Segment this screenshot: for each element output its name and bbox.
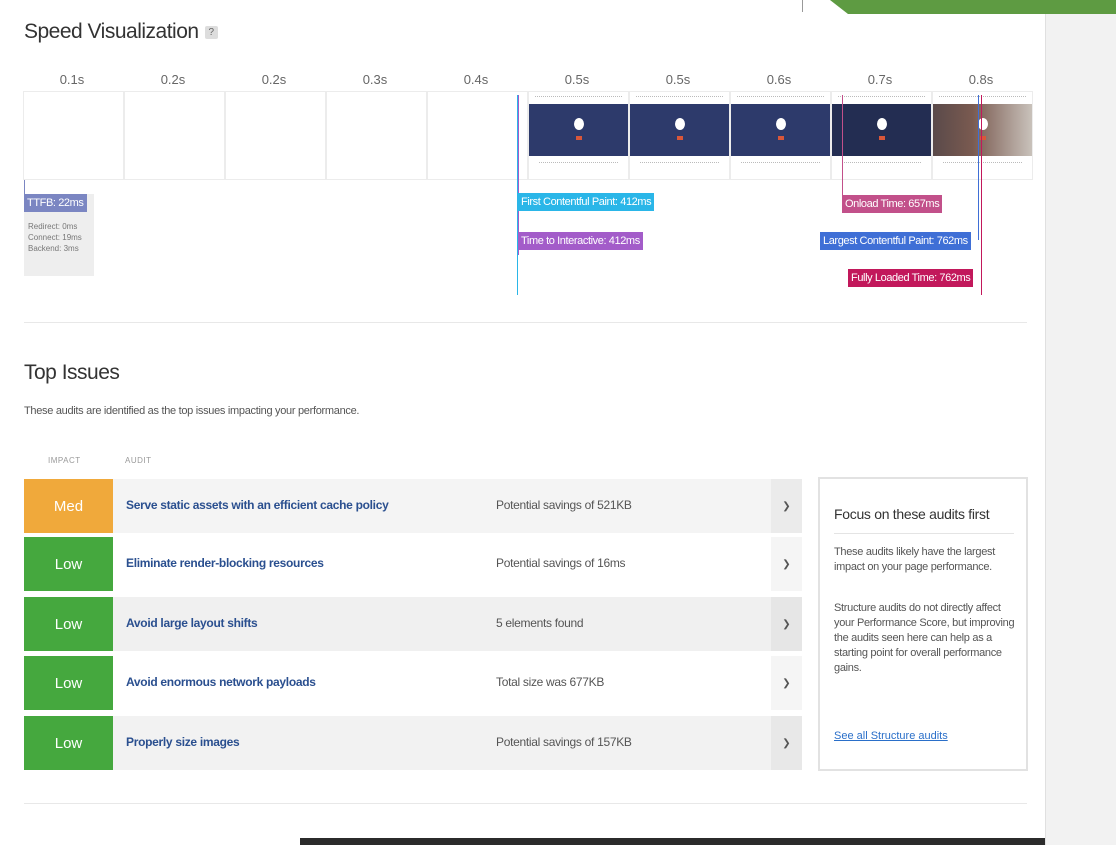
audit-title-link[interactable]: Eliminate render-blocking resources — [126, 556, 324, 570]
tick-label: 0.3s — [362, 72, 388, 87]
tick-label: 0.6s — [766, 72, 792, 87]
audit-title-link[interactable]: Properly size images — [126, 735, 240, 749]
right-gutter — [1045, 0, 1116, 845]
tick-label: 0.2s — [160, 72, 186, 87]
page-screenshot-thumbnail — [933, 104, 1032, 156]
fully-loaded-marker[interactable]: Fully Loaded Time: 762ms — [848, 269, 974, 287]
top-issues-description: These audits are identified as the top i… — [24, 405, 360, 417]
section-divider — [24, 803, 1027, 804]
audit-cell: Serve static assets with an efficient ca… — [113, 479, 802, 533]
tick-label: 0.8s — [968, 72, 994, 87]
ttfb-backend: Backend: 3ms — [28, 244, 79, 253]
filmstrip-frame-empty — [124, 91, 225, 180]
help-icon[interactable]: ? — [204, 25, 218, 39]
tick-label: 0.7s — [867, 72, 893, 87]
filmstrip-frame-empty — [326, 91, 427, 180]
focus-panel: Focus on these audits first These audits… — [818, 477, 1028, 771]
bottom-dark-bar — [300, 838, 1045, 845]
filmstrip-frame — [730, 91, 831, 180]
focus-panel-text: These audits likely have the largest imp… — [834, 546, 996, 573]
page-screenshot-thumbnail — [630, 104, 729, 156]
chevron-down-icon[interactable]: ❯ — [771, 656, 802, 710]
fcp-marker[interactable]: First Contentful Paint: 412ms — [518, 193, 655, 211]
tick-label: 0.1s — [59, 72, 85, 87]
top-issues-title: Top Issues — [24, 361, 120, 384]
onload-line — [842, 95, 843, 205]
chevron-down-icon[interactable]: ❯ — [771, 597, 802, 651]
impact-badge: Low — [24, 537, 113, 591]
filmstrip-frame-empty — [427, 91, 528, 180]
table-row[interactable]: Low Eliminate render-blocking resources … — [24, 537, 802, 591]
filmstrip-frame — [932, 91, 1033, 180]
filmstrip-frame-empty — [225, 91, 326, 180]
audit-value: Potential savings of 521KB — [496, 498, 632, 512]
tti-line — [518, 95, 519, 255]
audit-cell: Avoid large layout shifts 5 elements fou… — [113, 597, 802, 651]
impact-badge: Low — [24, 656, 113, 710]
section-divider — [24, 322, 1027, 323]
impact-badge: Low — [24, 716, 113, 770]
tick-label: 0.2s — [261, 72, 287, 87]
filmstrip-frame — [528, 91, 629, 180]
impact-badge: Med — [24, 479, 113, 533]
audit-value: Potential savings of 157KB — [496, 735, 632, 749]
focus-panel-divider — [834, 533, 1014, 534]
chevron-down-icon[interactable]: ❯ — [771, 479, 802, 533]
filmstrip-frame — [629, 91, 730, 180]
chevron-down-icon[interactable]: ❯ — [771, 716, 802, 770]
table-row[interactable]: Low Properly size images Potential savin… — [24, 716, 802, 770]
audit-cell: Eliminate render-blocking resources Pote… — [113, 537, 802, 591]
onload-marker[interactable]: Onload Time: 657ms — [842, 195, 943, 213]
page-screenshot-thumbnail — [832, 104, 931, 156]
lcp-marker[interactable]: Largest Contentful Paint: 762ms — [820, 232, 971, 250]
tick-label: 0.5s — [665, 72, 691, 87]
audit-title-link[interactable]: Serve static assets with an efficient ca… — [126, 498, 389, 512]
page-screenshot-thumbnail — [529, 104, 628, 156]
filmstrip-frame — [831, 91, 932, 180]
speed-visualization-title-text: Speed Visualization — [24, 20, 199, 43]
table-row[interactable]: Med Serve static assets with an efficien… — [24, 479, 802, 533]
filmstrip-frame-empty — [23, 91, 124, 180]
lcp-line — [978, 95, 979, 240]
audit-column-header: AUDIT — [125, 456, 152, 465]
table-row[interactable]: Low Avoid large layout shifts 5 elements… — [24, 597, 802, 651]
audit-value: Total size was 677KB — [496, 675, 605, 689]
audit-title-link[interactable]: Avoid enormous network payloads — [126, 675, 316, 689]
audit-title-link[interactable]: Avoid large layout shifts — [126, 616, 258, 630]
impact-column-header: IMPACT — [48, 456, 81, 465]
audit-value: 5 elements found — [496, 616, 584, 630]
chevron-down-icon[interactable]: ❯ — [771, 537, 802, 591]
audit-cell: Avoid enormous network payloads Total si… — [113, 656, 802, 710]
see-all-structure-audits-link[interactable]: See all Structure audits — [834, 730, 948, 742]
focus-panel-text: Structure audits do not directly affect … — [834, 602, 1015, 674]
top-accent-bar — [830, 0, 1116, 14]
impact-badge: Low — [24, 597, 113, 651]
page-screenshot-thumbnail — [731, 104, 830, 156]
tick-label: 0.4s — [463, 72, 489, 87]
fully-loaded-line — [981, 95, 982, 295]
focus-panel-title: Focus on these audits first — [834, 506, 990, 522]
top-divider-line — [802, 0, 803, 12]
table-row[interactable]: Low Avoid enormous network payloads Tota… — [24, 656, 802, 710]
ttfb-line — [24, 180, 25, 194]
ttfb-redirect: Redirect: 0ms — [28, 222, 78, 231]
speed-visualization-title: Speed Visualization? — [24, 20, 218, 44]
ttfb-label[interactable]: TTFB: 22ms — [24, 194, 87, 212]
ttfb-connect: Connect: 19ms — [28, 233, 82, 242]
audit-cell: Properly size images Potential savings o… — [113, 716, 802, 770]
tti-marker[interactable]: Time to Interactive: 412ms — [518, 232, 643, 250]
tick-label: 0.5s — [564, 72, 590, 87]
audit-value: Potential savings of 16ms — [496, 556, 626, 570]
